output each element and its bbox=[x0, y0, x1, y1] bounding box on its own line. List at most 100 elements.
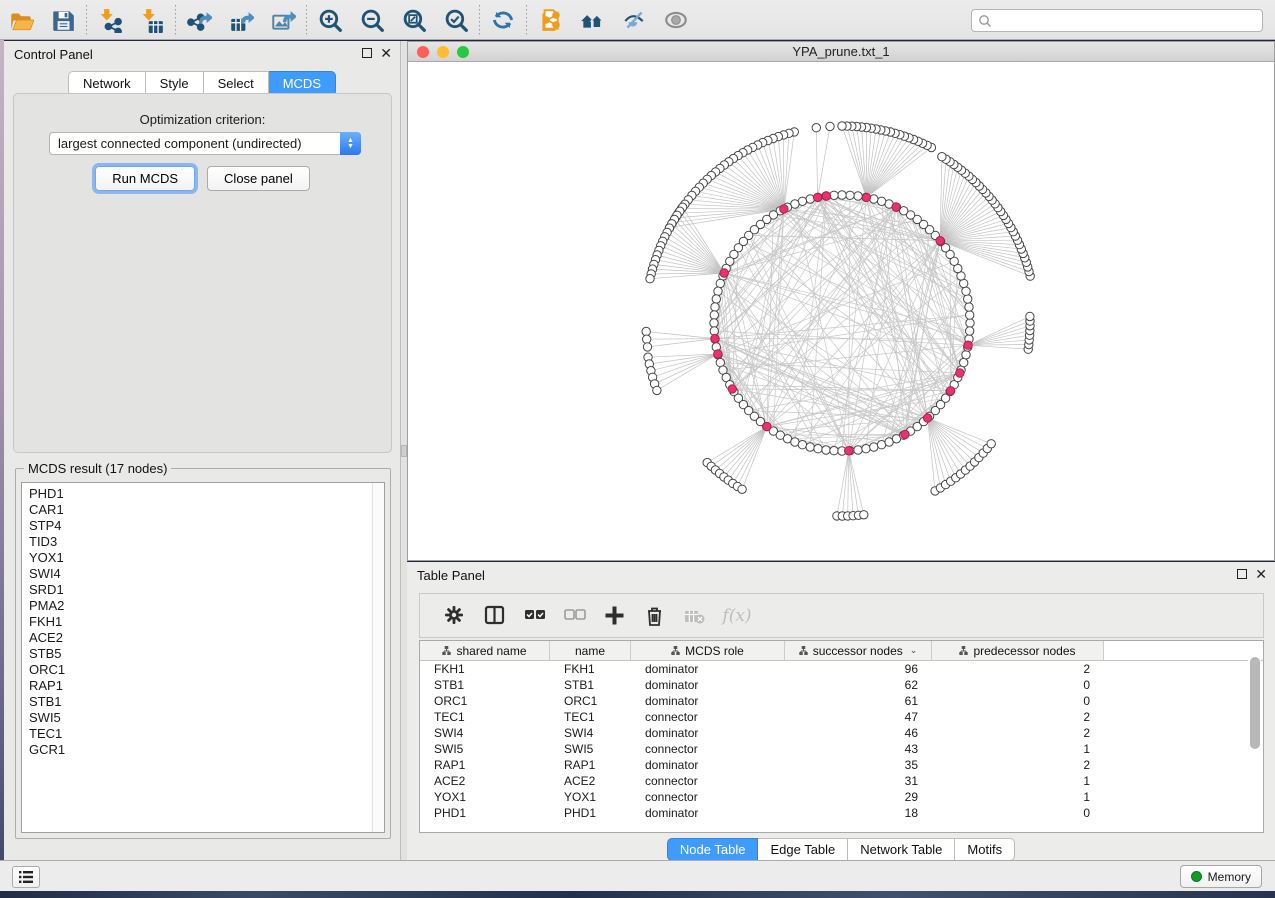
network-titlebar[interactable]: YPA_prune.txt_1 bbox=[408, 42, 1274, 62]
gear-button[interactable] bbox=[434, 599, 474, 633]
window-zoom-icon[interactable] bbox=[457, 46, 469, 58]
table-cell: STB1 bbox=[550, 678, 631, 692]
export-network-button[interactable] bbox=[178, 3, 220, 37]
table-row[interactable]: YOX1YOX1connector291 bbox=[420, 789, 1263, 805]
run-mcds-button[interactable]: Run MCDS bbox=[95, 166, 195, 191]
tab-network-table[interactable]: Network Table bbox=[848, 838, 955, 861]
mcds-result-item[interactable]: STB5 bbox=[29, 646, 384, 662]
table-row[interactable]: STB1STB1dominator620 bbox=[420, 677, 1263, 693]
mcds-result-item[interactable]: STB1 bbox=[29, 694, 384, 710]
fx-button: f(x) bbox=[714, 599, 754, 633]
zoom-out-button[interactable] bbox=[351, 3, 393, 37]
mcds-result-list[interactable]: PHD1CAR1STP4TID3YOX1SWI4SRD1PMA2FKH1ACE2… bbox=[21, 482, 385, 833]
import-table-button[interactable] bbox=[131, 3, 173, 37]
open-button[interactable] bbox=[0, 3, 42, 37]
mcds-result-item[interactable]: TID3 bbox=[29, 534, 384, 550]
column-header-shared-name[interactable]: shared name bbox=[420, 641, 550, 660]
share-document-icon bbox=[537, 7, 563, 33]
criterion-dropdown[interactable]: largest connected component (undirected)… bbox=[49, 132, 361, 155]
search-input[interactable] bbox=[996, 14, 1256, 28]
show-style-button[interactable] bbox=[655, 3, 697, 37]
mcds-result-item[interactable]: PMA2 bbox=[29, 598, 384, 614]
export-image-button[interactable] bbox=[262, 3, 304, 37]
export-table-button[interactable] bbox=[220, 3, 262, 37]
add-button[interactable] bbox=[594, 599, 634, 633]
import-table-icon bbox=[139, 7, 165, 33]
close-panel-button[interactable]: Close panel bbox=[207, 166, 310, 191]
mcds-result-item[interactable]: TEC1 bbox=[29, 726, 384, 742]
mcds-result-item[interactable]: PHD1 bbox=[29, 486, 384, 502]
zoom-in-button[interactable] bbox=[309, 3, 351, 37]
task-history-button[interactable] bbox=[12, 866, 40, 888]
mcds-result-item[interactable]: SWI5 bbox=[29, 710, 384, 726]
table-row[interactable]: ACE2ACE2connector311 bbox=[420, 773, 1263, 789]
table-row[interactable]: ORC1ORC1dominator610 bbox=[420, 693, 1263, 709]
mcds-result-item[interactable]: ORC1 bbox=[29, 662, 384, 678]
refresh-button[interactable] bbox=[482, 3, 524, 37]
table-cell: 0 bbox=[932, 678, 1104, 692]
share-document-button[interactable] bbox=[529, 3, 571, 37]
float-panel-icon[interactable] bbox=[362, 48, 372, 58]
fx-icon: f(x) bbox=[722, 606, 751, 626]
import-network-button[interactable] bbox=[89, 3, 131, 37]
hide-style-button[interactable] bbox=[613, 3, 655, 37]
table-row[interactable]: RAP1RAP1dominator352 bbox=[420, 757, 1263, 773]
deselect-all-button[interactable] bbox=[554, 599, 594, 633]
table-row[interactable]: SWI5SWI5connector431 bbox=[420, 741, 1263, 757]
select-all-icon bbox=[523, 604, 546, 627]
mcds-result-item[interactable]: RAP1 bbox=[29, 678, 384, 694]
column-header-successor-nodes[interactable]: successor nodes⌄ bbox=[785, 641, 932, 660]
close-panel-icon[interactable]: ✕ bbox=[380, 46, 392, 60]
window-close-icon[interactable] bbox=[417, 46, 429, 58]
table-cell: 61 bbox=[785, 694, 932, 708]
column-header-name[interactable]: name bbox=[550, 641, 631, 660]
table-row[interactable]: TEC1TEC1connector472 bbox=[420, 709, 1263, 725]
mcds-list-scrollbar[interactable] bbox=[372, 483, 384, 832]
zoom-in-icon bbox=[317, 7, 343, 33]
table-cell: 96 bbox=[785, 662, 932, 676]
gear-icon bbox=[443, 604, 466, 627]
mcds-result-item[interactable]: ACE2 bbox=[29, 630, 384, 646]
column-header-MCDS-role[interactable]: MCDS role bbox=[631, 641, 785, 660]
mcds-result-item[interactable]: FKH1 bbox=[29, 614, 384, 630]
table-cell: RAP1 bbox=[420, 758, 550, 772]
mcds-result-item[interactable]: YOX1 bbox=[29, 550, 384, 566]
table-cell: 29 bbox=[785, 790, 932, 804]
window-minimize-icon[interactable] bbox=[437, 46, 449, 58]
mcds-result-item[interactable]: CAR1 bbox=[29, 502, 384, 518]
save-button[interactable] bbox=[42, 3, 84, 37]
memory-button[interactable]: Memory bbox=[1180, 865, 1262, 888]
table-scrollbar-thumb[interactable] bbox=[1250, 657, 1260, 749]
float-table-panel-icon[interactable] bbox=[1237, 569, 1247, 579]
table-cell: TEC1 bbox=[550, 710, 631, 724]
search-box[interactable] bbox=[971, 9, 1263, 32]
table-row[interactable]: SWI4SWI4dominator462 bbox=[420, 725, 1263, 741]
chevron-down-icon[interactable]: ⌄ bbox=[910, 645, 918, 656]
close-table-panel-icon[interactable]: ✕ bbox=[1255, 567, 1267, 581]
table-scrollbar[interactable] bbox=[1248, 645, 1261, 828]
select-all-button[interactable] bbox=[514, 599, 554, 633]
column-header-predecessor-nodes[interactable]: predecessor nodes bbox=[932, 641, 1104, 660]
table-cell: TEC1 bbox=[420, 710, 550, 724]
zoom-selected-button[interactable] bbox=[435, 3, 477, 37]
delete-button[interactable] bbox=[634, 599, 674, 633]
search-sites-button[interactable] bbox=[571, 3, 613, 37]
tab-node-table[interactable]: Node Table bbox=[667, 838, 759, 861]
sort-icon bbox=[671, 646, 680, 655]
table-row[interactable]: PHD1PHD1dominator180 bbox=[420, 805, 1263, 821]
mcds-result-item[interactable]: SRD1 bbox=[29, 582, 384, 598]
network-canvas[interactable] bbox=[408, 62, 1274, 560]
zoom-fit-button[interactable] bbox=[393, 3, 435, 37]
table-cell: connector bbox=[631, 742, 785, 756]
search-icon bbox=[978, 14, 992, 28]
tab-edge-table[interactable]: Edge Table bbox=[758, 838, 848, 861]
tab-motifs[interactable]: Motifs bbox=[955, 838, 1015, 861]
open-icon bbox=[8, 7, 34, 33]
mcds-result-item[interactable]: GCR1 bbox=[29, 742, 384, 758]
toolbar-separator bbox=[86, 5, 87, 35]
mcds-result-item[interactable]: STP4 bbox=[29, 518, 384, 534]
table-row[interactable]: FKH1FKH1dominator962 bbox=[420, 661, 1263, 677]
table-cell: PHD1 bbox=[550, 806, 631, 820]
mcds-result-item[interactable]: SWI4 bbox=[29, 566, 384, 582]
columns-button[interactable] bbox=[474, 599, 514, 633]
